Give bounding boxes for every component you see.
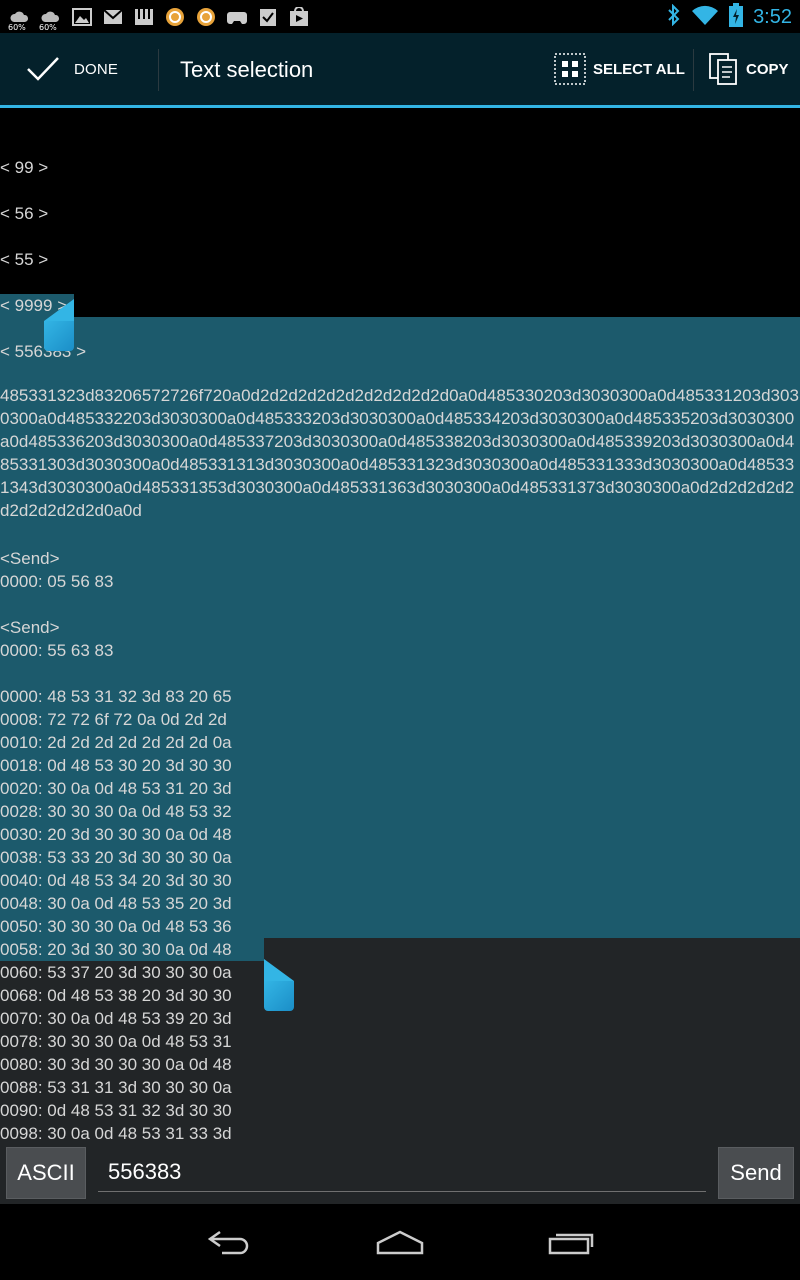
- copy-icon: [709, 53, 737, 85]
- log-line: < 55 >: [0, 250, 49, 269]
- hex-dump-line: 0080: 30 3d 30 30 30 0a 0d 48: [0, 1055, 232, 1074]
- copy-label: COPY: [746, 60, 789, 78]
- input-bar: ASCII Send: [0, 1146, 800, 1204]
- hex-dump-line: 0090: 0d 48 53 31 32 3d 30 30: [0, 1101, 232, 1120]
- image-icon: [70, 6, 94, 28]
- log-text-view[interactable]: < 99 > < 56 > < 55 > < 9999 > < 556383 >…: [0, 108, 800, 1146]
- checklist-icon: [256, 6, 280, 28]
- log-line: < 56 >: [0, 204, 49, 223]
- circle-app-icon: [163, 6, 187, 28]
- weather-percent: 60%: [8, 23, 26, 32]
- selection-start-handle[interactable]: [44, 299, 74, 351]
- select-all-icon: [554, 53, 586, 85]
- hex-response-block: 485331323d83206572726f720a0d2d2d2d2d2d2d…: [0, 386, 799, 520]
- weather-icon: 60%: [39, 6, 63, 32]
- send-button[interactable]: Send: [718, 1147, 794, 1199]
- action-bar-title: Text selection: [180, 57, 314, 82]
- divider: [693, 49, 694, 91]
- send-line: 0000: 55 63 83: [0, 641, 114, 660]
- hex-dump-line: 0048: 30 0a 0d 48 53 35 20 3d: [0, 894, 232, 913]
- hex-dump-line: 0000: 48 53 31 32 3d 83 20 65: [0, 687, 232, 706]
- hex-dump-line: 0020: 30 0a 0d 48 53 31 20 3d: [0, 779, 232, 798]
- hex-dump-line: 0078: 30 30 30 0a 0d 48 53 31: [0, 1032, 232, 1051]
- send-tag: <Send>: [0, 618, 60, 637]
- send-tag: <Send>: [0, 549, 60, 568]
- wifi-icon: [691, 4, 719, 31]
- hex-dump-line: 0008: 72 72 6f 72 0a 0d 2d 2d: [0, 710, 227, 729]
- circle-app-icon: [194, 6, 218, 28]
- recent-apps-icon: [548, 1233, 594, 1255]
- hex-dump-line: 0060: 53 37 20 3d 30 30 30 0a: [0, 963, 232, 982]
- contextual-action-bar: DONE Text selection SELECT ALL COPY: [0, 33, 800, 108]
- command-input[interactable]: [98, 1152, 706, 1192]
- hex-dump-line: 0058: 20 3d 30 30 30 0a 0d 48: [0, 940, 232, 959]
- game-controller-icon: [225, 6, 249, 28]
- back-icon: [207, 1230, 249, 1255]
- copy-button[interactable]: COPY: [708, 33, 800, 105]
- hex-dump-line: 0030: 20 3d 30 30 30 0a 0d 48: [0, 825, 232, 844]
- hex-dump-line: 0098: 30 0a 0d 48 53 31 33 3d: [0, 1124, 232, 1143]
- ascii-mode-button[interactable]: ASCII: [6, 1147, 86, 1199]
- status-bar: 60% 60% 3:52: [0, 0, 800, 33]
- hex-dump-line: 0050: 30 30 30 0a 0d 48 53 36: [0, 917, 232, 936]
- notification-icons: 60% 60%: [8, 4, 311, 32]
- system-icons: 3:52: [667, 2, 792, 32]
- log-line: < 99 >: [0, 158, 49, 177]
- hex-dump-line: 0018: 0d 48 53 30 20 3d 30 30: [0, 756, 232, 775]
- piano-icon: [132, 6, 156, 28]
- hex-dump-line: 0088: 53 31 31 3d 30 30 30 0a: [0, 1078, 232, 1097]
- hex-dump-line: 0010: 2d 2d 2d 2d 2d 2d 2d 0a: [0, 733, 232, 752]
- play-store-icon: [287, 6, 311, 28]
- select-all-button[interactable]: SELECT ALL: [553, 33, 693, 105]
- selection-end-handle[interactable]: [264, 959, 294, 1011]
- hex-dump-line: 0070: 30 0a 0d 48 53 39 20 3d: [0, 1009, 232, 1028]
- done-label: DONE: [74, 60, 119, 78]
- home-button[interactable]: [360, 1218, 440, 1266]
- bluetooth-icon: [667, 3, 681, 31]
- send-line: 0000: 05 56 83: [0, 572, 114, 591]
- hex-dump-line: 0040: 0d 48 53 34 20 3d 30 30: [0, 871, 232, 890]
- navigation-bar: [0, 1204, 800, 1280]
- done-button[interactable]: DONE: [0, 33, 158, 105]
- home-icon: [376, 1230, 424, 1255]
- weather-icon: 60%: [8, 6, 32, 32]
- hex-dump-line: 0068: 0d 48 53 38 20 3d 30 30: [0, 986, 232, 1005]
- clock: 3:52: [753, 5, 792, 28]
- battery-charging-icon: [729, 2, 744, 32]
- checkmark-icon: [27, 57, 59, 81]
- back-button[interactable]: [190, 1218, 270, 1266]
- hex-dump-line: 0028: 30 30 30 0a 0d 48 53 32: [0, 802, 232, 821]
- recent-apps-button[interactable]: [532, 1218, 612, 1266]
- select-all-label: SELECT ALL: [593, 60, 685, 78]
- gmail-icon: [101, 6, 125, 28]
- hex-dump-line: 0038: 53 33 20 3d 30 30 30 0a: [0, 848, 232, 867]
- divider: [158, 49, 159, 91]
- weather-percent: 60%: [39, 23, 57, 32]
